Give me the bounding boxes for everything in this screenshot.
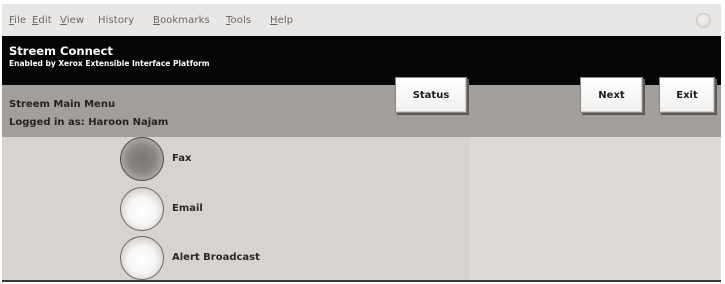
menu-help[interactable]: Help: [270, 15, 293, 26]
menu-bookmarks[interactable]: Bookmarks: [153, 15, 210, 26]
radio-unselected-icon[interactable]: [120, 187, 164, 231]
menu-edit[interactable]: Edit: [32, 15, 52, 26]
menu-file[interactable]: File: [9, 15, 26, 26]
logged-in-user: Logged in as: Haroon Najam: [9, 117, 169, 128]
menu-tools[interactable]: Tools: [226, 15, 251, 26]
app-title: Streem Connect: [9, 44, 113, 58]
next-button[interactable]: Next: [580, 77, 643, 113]
option-label: Alert Broadcast: [172, 252, 260, 263]
option-label: Email: [172, 203, 203, 214]
bottom-divider: [2, 280, 721, 282]
browser-menu-bar: File Edit View History Bookmarks Tools H…: [2, 4, 721, 37]
menu-history[interactable]: History: [98, 15, 134, 26]
app-window: File Edit View History Bookmarks Tools H…: [2, 4, 721, 282]
menu-view[interactable]: View: [60, 15, 84, 26]
radio-unselected-icon[interactable]: [120, 236, 164, 280]
content-shade: [470, 137, 721, 282]
app-subtitle: Enabled by Xerox Extensible Interface Pl…: [9, 59, 210, 68]
status-button[interactable]: Status: [395, 77, 467, 113]
page-title: Streem Main Menu: [9, 99, 116, 110]
main-menu-content: Fax Email Alert Broadcast: [2, 137, 721, 282]
option-label: Fax: [172, 153, 192, 164]
radio-selected-icon[interactable]: [120, 137, 164, 181]
exit-button[interactable]: Exit: [659, 77, 715, 113]
loading-throbber-icon: [696, 13, 711, 28]
